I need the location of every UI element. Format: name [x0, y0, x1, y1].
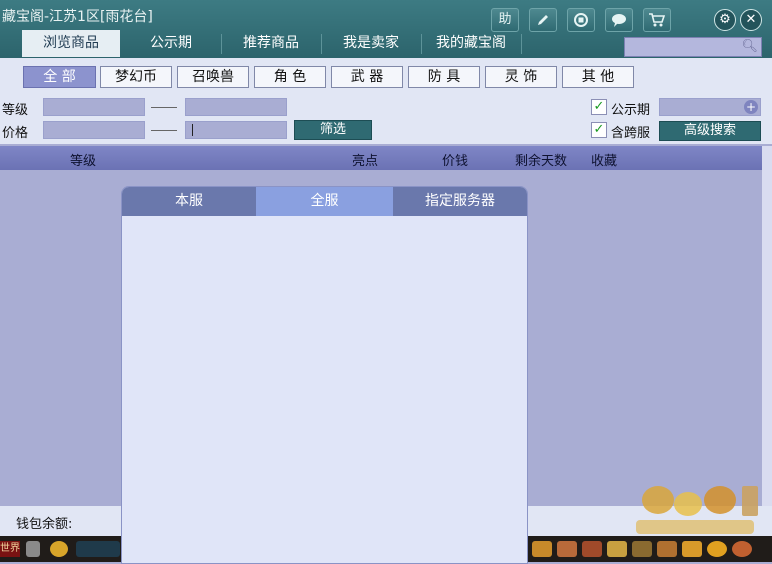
search-icon[interactable]: 🔍︎ [741, 39, 758, 54]
cross-server-checkbox[interactable]: ✓ [591, 122, 607, 138]
plus-icon[interactable]: + [744, 100, 758, 114]
close-button[interactable]: ✕ [740, 9, 762, 31]
team-icon[interactable] [582, 541, 602, 557]
range-dash [151, 130, 177, 131]
tab-label: 推荐商品 [243, 35, 299, 51]
tab-public-period[interactable]: 公示期 [122, 30, 220, 57]
tab-label: 我是卖家 [343, 35, 399, 51]
gear-icon: ⚙ [719, 12, 731, 27]
public-period-select[interactable]: + [659, 98, 761, 116]
tab-label: 浏览商品 [43, 35, 99, 51]
category-label: 武 器 [350, 69, 384, 85]
gift-icon[interactable] [607, 541, 627, 557]
category-label: 其 他 [581, 69, 615, 85]
tab-recommended[interactable]: 推荐商品 [222, 30, 320, 57]
level-min-input[interactable] [43, 98, 145, 116]
category-accessory-button[interactable]: 灵 饰 [485, 66, 557, 88]
tab-browse-goods[interactable]: 浏览商品 [22, 30, 120, 57]
column-header-highlight[interactable]: 亮点 [352, 150, 378, 169]
advanced-search-button[interactable]: 高级搜索 [659, 121, 761, 141]
tab-all-servers[interactable]: 全服 [256, 187, 393, 216]
column-header-price[interactable]: 价钱 [442, 150, 468, 169]
quest-icon[interactable] [682, 541, 702, 557]
column-header-favorite[interactable]: 收藏 [591, 150, 617, 169]
filter-button[interactable]: 筛选 [294, 120, 372, 140]
price-max-input[interactable] [185, 121, 287, 139]
category-role-button[interactable]: 角 色 [254, 66, 326, 88]
smile-icon[interactable] [707, 541, 727, 557]
window-title: 藏宝阁-江苏1区[雨花台] [2, 9, 153, 25]
tab-my-treasure[interactable]: 我的藏宝阁 [422, 30, 520, 57]
item-icon[interactable] [557, 541, 577, 557]
emoji-icon[interactable] [50, 541, 68, 557]
shopping-cart-icon [649, 13, 666, 27]
category-other-button[interactable]: 其 他 [562, 66, 634, 88]
category-bar: 全 部 梦幻币 召唤兽 角 色 武 器 防 具 灵 饰 其 他 [0, 58, 772, 96]
range-dash [151, 107, 177, 108]
advanced-search-label: 高级搜索 [683, 123, 736, 138]
microphone-icon[interactable] [26, 541, 40, 557]
category-label: 防 具 [427, 69, 461, 85]
public-period-label: 公示期 [611, 103, 651, 118]
system-icon[interactable] [732, 541, 752, 557]
server-scope-panel: 本服 全服 指定服务器 [121, 186, 528, 564]
text-cursor [192, 124, 193, 136]
tab-label: 公示期 [150, 35, 192, 51]
tab-specified-server[interactable]: 指定服务器 [393, 187, 527, 216]
category-all-button[interactable]: 全 部 [23, 66, 96, 88]
chat-button[interactable] [605, 8, 633, 32]
filter-panel: 等级 价格 筛选 ✓ 公示期 + ✓ 含跨服 高级搜索 [0, 96, 772, 144]
world-channel-label: 世界 [0, 543, 20, 554]
tab-label: 全服 [310, 193, 339, 209]
game-logo-icon [636, 486, 758, 534]
level-label: 等级 [2, 103, 29, 118]
category-weapon-button[interactable]: 武 器 [331, 66, 403, 88]
table-header: 等级 亮点 价钱 剩余天数 收藏 [0, 146, 762, 170]
tab-this-server[interactable]: 本服 [122, 187, 256, 216]
cross-server-label: 含跨服 [611, 126, 651, 141]
checkmark-icon: ✓ [593, 122, 605, 137]
tab-label: 本服 [175, 193, 203, 209]
title-bar: 藏宝阁-江苏1区[雨花台] 助 ⚙ ✕ 浏览商品 公示期 推荐商品 我是卖家 我… [0, 0, 772, 58]
pen-icon [538, 15, 548, 25]
search-input[interactable]: 🔍︎ [624, 37, 762, 57]
filter-button-label: 筛选 [319, 122, 346, 137]
cart-button[interactable] [643, 8, 671, 32]
wallet-balance-label: 钱包余额: [16, 517, 73, 532]
scrollbar[interactable] [762, 146, 772, 506]
tab-divider [521, 34, 522, 54]
category-label: 角 色 [273, 69, 307, 85]
chat-bubble-icon [612, 14, 626, 27]
price-min-input[interactable] [43, 121, 145, 139]
column-header-days-left[interactable]: 剩余天数 [515, 150, 567, 169]
tab-label: 指定服务器 [425, 193, 495, 209]
stop-button[interactable] [567, 8, 595, 32]
bag-icon[interactable] [632, 541, 652, 557]
server-scope-tabs: 本服 全服 指定服务器 [122, 187, 527, 216]
mail-icon[interactable] [657, 541, 677, 557]
skill-icon[interactable] [532, 541, 552, 557]
world-channel-button[interactable]: 世界 [0, 541, 20, 557]
price-label: 价格 [2, 126, 29, 141]
tab-label: 我的藏宝阁 [436, 35, 506, 51]
category-summon-button[interactable]: 召唤兽 [177, 66, 249, 88]
help-button[interactable]: 助 [491, 8, 519, 32]
category-label: 全 部 [43, 69, 76, 85]
stop-icon [574, 13, 588, 27]
chat-channel-icon[interactable] [76, 541, 120, 557]
category-currency-button[interactable]: 梦幻币 [100, 66, 172, 88]
close-icon: ✕ [745, 12, 757, 27]
checkmark-icon: ✓ [593, 99, 605, 114]
column-header-level[interactable]: 等级 [70, 150, 96, 169]
help-button-label: 助 [498, 12, 512, 27]
settings-button[interactable]: ⚙ [714, 9, 736, 31]
category-label: 灵 饰 [504, 69, 538, 85]
category-label: 召唤兽 [192, 69, 234, 85]
level-max-input[interactable] [185, 98, 287, 116]
edit-button[interactable] [529, 8, 557, 32]
tab-seller[interactable]: 我是卖家 [322, 30, 420, 57]
category-label: 梦幻币 [115, 69, 157, 85]
public-period-checkbox[interactable]: ✓ [591, 99, 607, 115]
category-armor-button[interactable]: 防 具 [408, 66, 480, 88]
